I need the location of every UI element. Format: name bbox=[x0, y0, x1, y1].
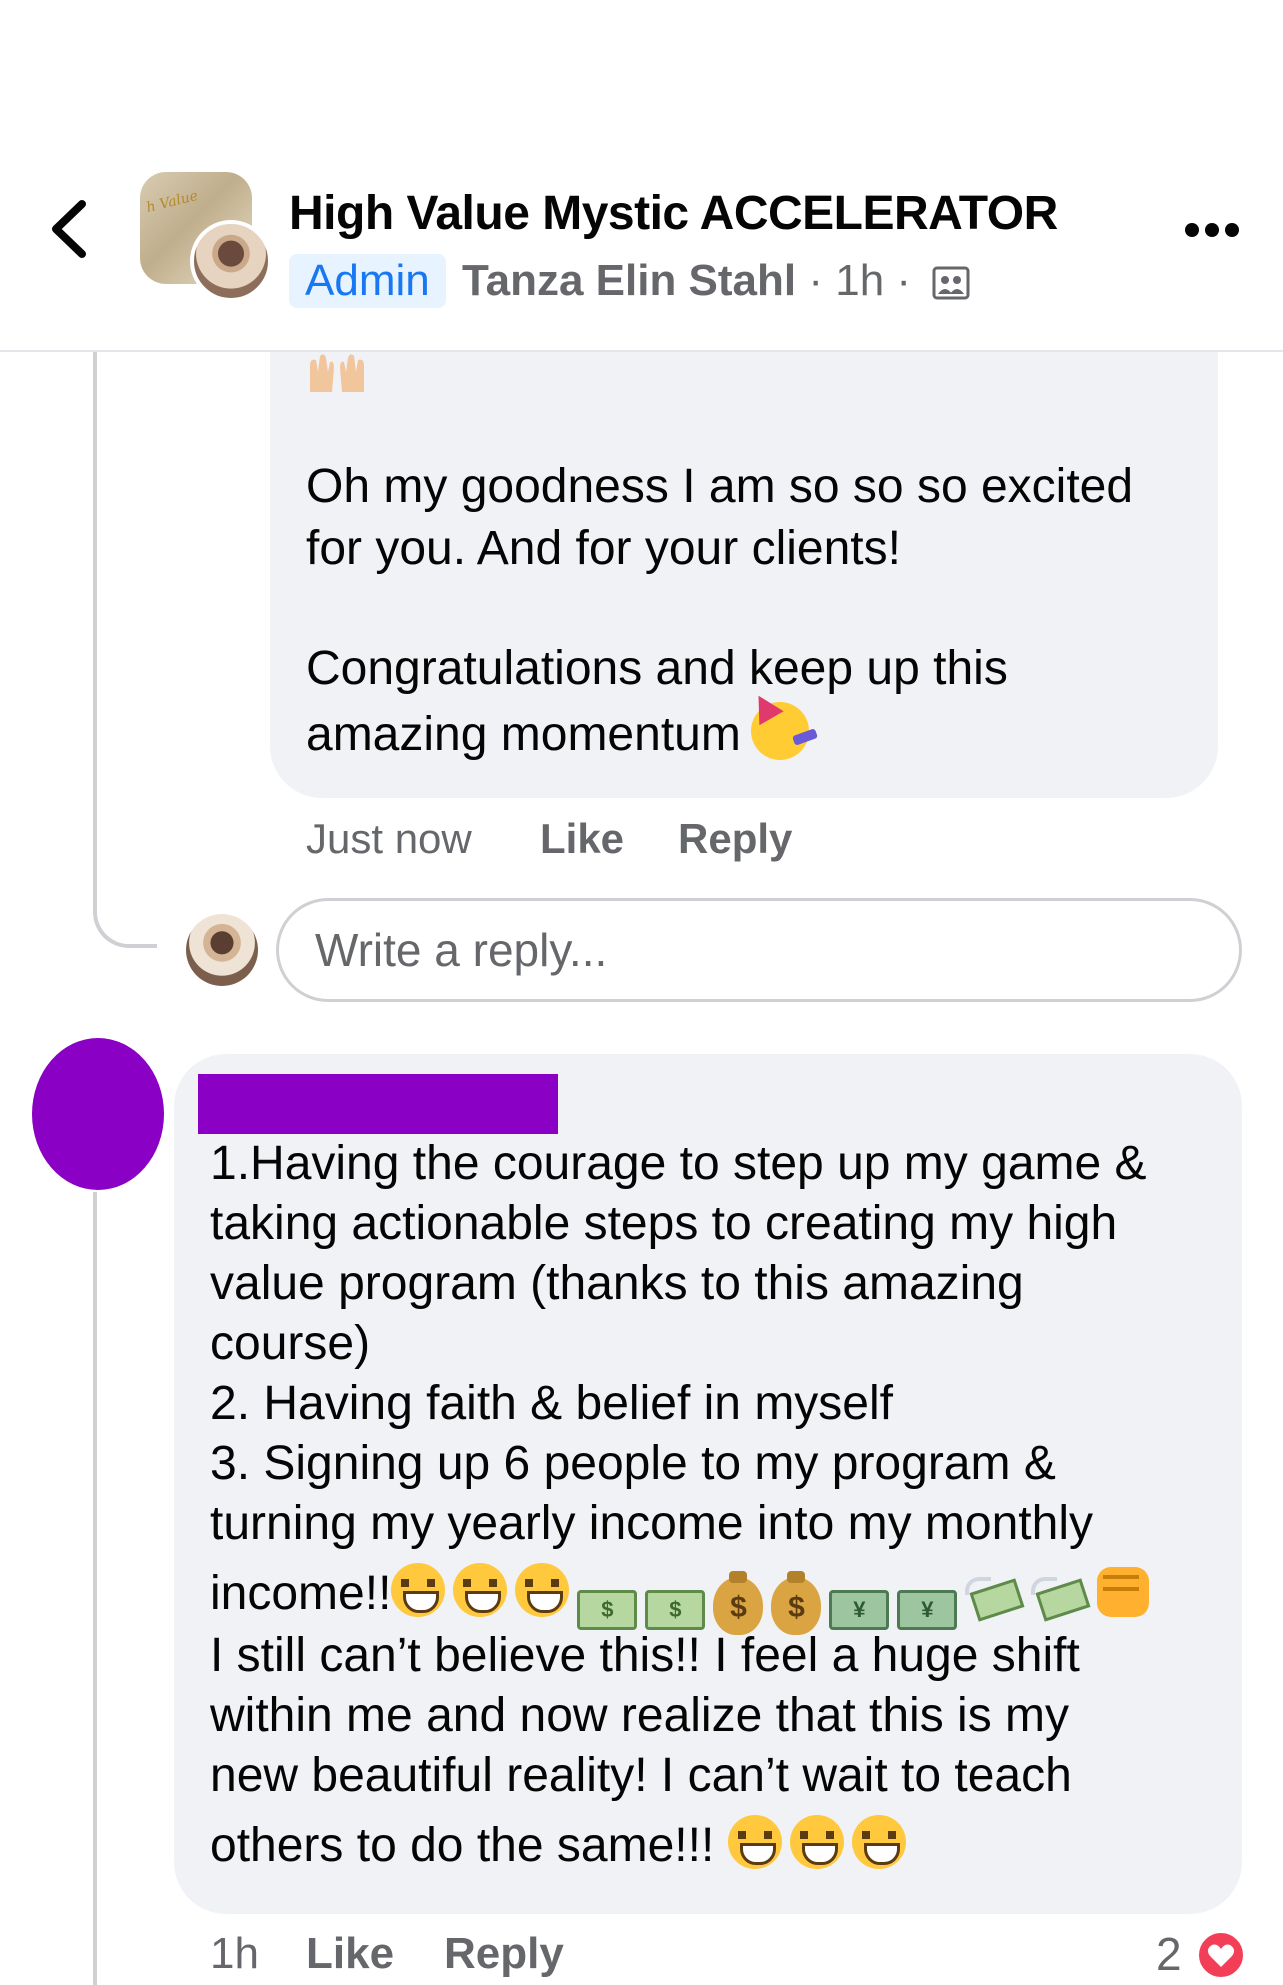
grinning-squinting-face-icon bbox=[453, 1563, 508, 1617]
reply-timestamp: Just now bbox=[306, 815, 472, 862]
commenter-avatar-redacted[interactable] bbox=[32, 1038, 164, 1190]
grinning-squinting-face-icon bbox=[727, 1815, 782, 1869]
comment-line-with-emoji: income!! $ $ $ $ ¥ ¥ bbox=[210, 1554, 1220, 1635]
reply-line: Oh my goodness I am so so so excited bbox=[306, 460, 1134, 513]
comment-like-button[interactable]: Like bbox=[306, 1928, 394, 1980]
reply-line: for you. And for your clients! bbox=[306, 522, 901, 575]
group-title[interactable]: High Value Mystic ACCELERATOR bbox=[289, 186, 1058, 241]
comment-line: within me and now realize that this is m… bbox=[210, 1689, 1070, 1742]
current-user-avatar bbox=[186, 914, 258, 986]
grinning-squinting-face-icon bbox=[851, 1815, 906, 1869]
post-meta: Tanza Elin Stahl · 1h · bbox=[462, 254, 971, 308]
reply-line: amazing momentum bbox=[306, 708, 741, 761]
comment-line: new beautiful reality! I can’t wait to t… bbox=[210, 1749, 1072, 1802]
write-reply-input[interactable]: Write a reply... bbox=[276, 898, 1242, 1002]
comment-reply-button[interactable]: Reply bbox=[444, 1928, 564, 1980]
author-avatar[interactable] bbox=[190, 220, 272, 302]
comment-line: I still can’t believe this!! I feel a hu… bbox=[210, 1629, 1080, 1682]
comment-line: value program (thanks to this amazing bbox=[210, 1257, 1024, 1310]
reply-reply-button[interactable]: Reply bbox=[678, 814, 792, 864]
heart-reaction-icon[interactable] bbox=[1196, 1930, 1246, 1980]
author-name[interactable]: Tanza Elin Stahl bbox=[462, 256, 796, 305]
grinning-squinting-face-icon bbox=[789, 1815, 844, 1869]
thread-line bbox=[93, 352, 97, 892]
reply-line-with-emoji: amazing momentum bbox=[306, 688, 1206, 770]
comment-timestamp: 1h bbox=[210, 1929, 259, 1978]
thread-line bbox=[93, 1192, 97, 1985]
admin-badge: Admin bbox=[289, 254, 446, 308]
reply-text: Oh my goodness I am so so so excited for… bbox=[306, 456, 1206, 770]
dollar-banknote-icon: $ bbox=[645, 1590, 706, 1630]
comment-line: course) bbox=[210, 1317, 371, 1370]
reply-line: Congratulations and keep up this bbox=[306, 642, 1008, 695]
comment-line: others to do the same!!! bbox=[210, 1819, 715, 1872]
comment-line: taking actionable steps to creating my h… bbox=[210, 1197, 1118, 1250]
group-avatar-logo-text: h Value bbox=[144, 187, 200, 217]
more-options-icon[interactable] bbox=[1184, 222, 1240, 238]
dollar-banknote-icon: $ bbox=[577, 1590, 638, 1630]
comment-text: 1.Having the courage to step up my game … bbox=[210, 1134, 1220, 1878]
raised-hands-icon bbox=[306, 352, 368, 402]
commenter-name-redacted[interactable] bbox=[198, 1074, 558, 1134]
group-privacy-icon bbox=[932, 266, 970, 300]
money-bag-icon: $ bbox=[713, 1571, 764, 1635]
comment-line: 1.Having the courage to step up my game … bbox=[210, 1137, 1147, 1190]
comment-line-with-emoji: others to do the same!!! bbox=[210, 1806, 1220, 1878]
time-separator: · 1h · bbox=[796, 256, 924, 305]
yen-banknote-icon: ¥ bbox=[829, 1590, 890, 1630]
thread-connector bbox=[93, 880, 157, 948]
reaction-count[interactable]: 2 bbox=[1156, 1928, 1182, 1980]
grinning-squinting-face-icon bbox=[391, 1563, 446, 1617]
oncoming-fist-icon bbox=[1097, 1567, 1150, 1617]
yen-banknote-icon: ¥ bbox=[897, 1590, 958, 1630]
post-header: h Value High Value Mystic ACCELERATOR Ad… bbox=[0, 0, 1283, 352]
comment-line: income!! bbox=[210, 1567, 392, 1620]
grinning-squinting-face-icon bbox=[515, 1563, 570, 1617]
reply-like-button[interactable]: Like bbox=[540, 814, 624, 864]
comment-line: turning my yearly income into my monthly bbox=[210, 1497, 1093, 1550]
money-with-wings-icon bbox=[965, 1577, 1023, 1617]
money-bag-icon: $ bbox=[771, 1571, 822, 1635]
comment-line: 3. Signing up 6 people to my program & bbox=[210, 1437, 1056, 1490]
partying-face-icon bbox=[746, 688, 818, 760]
money-with-wings-icon bbox=[1031, 1577, 1089, 1617]
back-chevron-icon[interactable] bbox=[44, 196, 96, 262]
comment-line: 2. Having faith & belief in myself bbox=[210, 1377, 893, 1430]
